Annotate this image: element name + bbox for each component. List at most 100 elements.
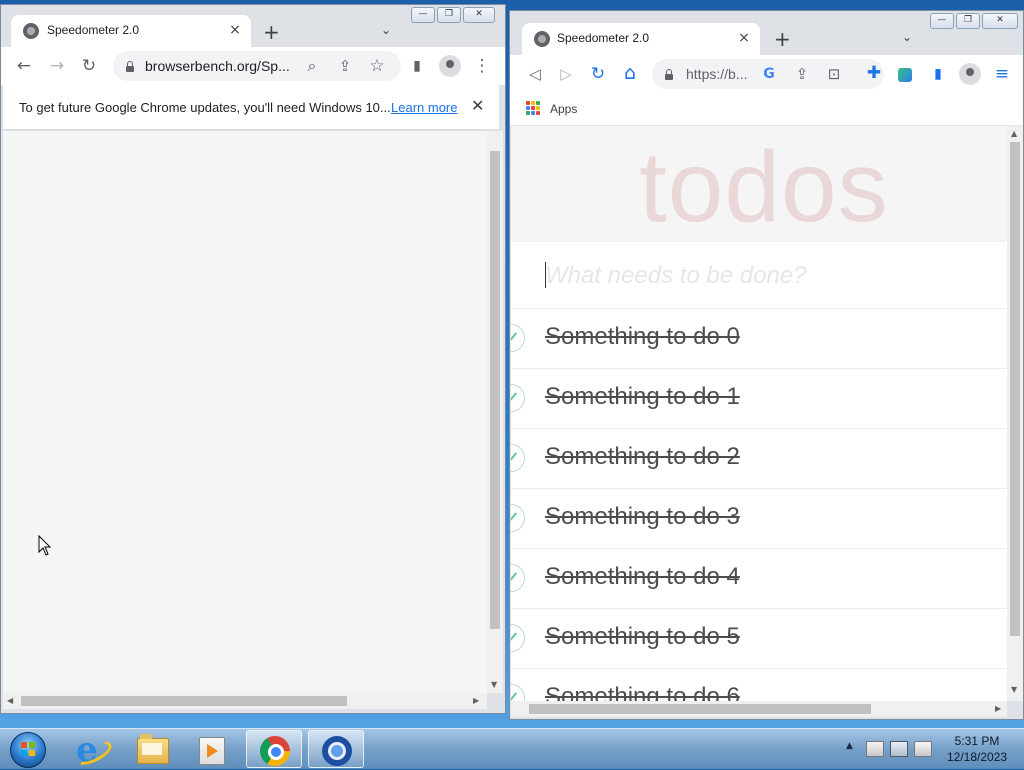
show-hidden-icons-button[interactable]: ▲ bbox=[846, 741, 853, 751]
todo-checkbox[interactable] bbox=[511, 564, 525, 592]
volume-muted-icon[interactable] bbox=[914, 741, 932, 757]
left-tab-speedometer[interactable]: Speedometer 2.0 × bbox=[11, 15, 251, 47]
left-minimize-button[interactable]: — bbox=[411, 7, 435, 23]
left-tab-close-icon[interactable]: × bbox=[227, 22, 243, 38]
todo-item[interactable]: Something to do 4 bbox=[511, 549, 1007, 609]
left-maximize-button[interactable]: ❐ bbox=[437, 7, 461, 23]
todo-checkbox[interactable] bbox=[511, 324, 525, 352]
back-icon[interactable]: ← bbox=[13, 56, 35, 76]
right-vscroll-thumb[interactable] bbox=[1010, 142, 1020, 636]
right-tab-close-icon[interactable]: × bbox=[736, 30, 752, 46]
bookmark-star-icon[interactable]: ☆ bbox=[366, 56, 388, 76]
profile-avatar[interactable] bbox=[959, 63, 981, 85]
left-address-bar[interactable]: browserbench.org/Sp... ⌕ ⇪ ☆ bbox=[113, 51, 401, 81]
todo-label[interactable]: Something to do 3 bbox=[545, 503, 740, 531]
search-icon[interactable]: ⌕ bbox=[301, 56, 323, 76]
taskbar-media-player[interactable] bbox=[184, 730, 240, 768]
left-new-tab-button[interactable]: + bbox=[263, 22, 280, 42]
right-browser-window: Speedometer 2.0 × + ⌄ — ❐ ✕ ◁ ▷ ↻ ⌂ http… bbox=[509, 10, 1024, 720]
reload-icon[interactable]: ↻ bbox=[587, 64, 609, 84]
right-horizontal-scrollbar[interactable]: ▶ bbox=[511, 701, 1007, 717]
scroll-right-arrow-icon[interactable]: ▶ bbox=[995, 705, 1001, 713]
taskbar-file-explorer[interactable] bbox=[124, 730, 180, 768]
forward-icon[interactable]: → bbox=[46, 56, 68, 76]
back-icon[interactable]: ◁ bbox=[524, 64, 546, 84]
right-tab-speedometer[interactable]: Speedometer 2.0 × bbox=[522, 23, 760, 55]
todo-label[interactable]: Something to do 1 bbox=[545, 383, 740, 411]
scroll-right-arrow-icon[interactable]: ▶ bbox=[473, 697, 479, 705]
right-address-bar[interactable]: https://b... G ⇪ ⊡ bbox=[652, 59, 884, 89]
todo-checkbox[interactable] bbox=[511, 444, 525, 472]
scroll-left-arrow-icon[interactable]: ◀ bbox=[7, 697, 13, 705]
start-button[interactable] bbox=[6, 729, 48, 769]
profile-avatar[interactable] bbox=[439, 55, 461, 77]
todo-item[interactable]: Something to do 0 bbox=[511, 309, 1007, 369]
todo-item[interactable]: Something to do 5 bbox=[511, 609, 1007, 669]
left-tab-search-icon[interactable]: ⌄ bbox=[381, 23, 391, 37]
right-url-text[interactable]: https://b... bbox=[686, 66, 756, 82]
left-page-content bbox=[3, 131, 487, 693]
right-maximize-button[interactable]: ❐ bbox=[956, 13, 980, 29]
apps-grid-icon[interactable] bbox=[526, 101, 540, 115]
left-tabstrip: Speedometer 2.0 × + ⌄ — ❐ ✕ bbox=[1, 5, 505, 47]
right-hscroll-thumb[interactable] bbox=[529, 704, 871, 714]
left-close-button[interactable]: ✕ bbox=[463, 7, 495, 23]
right-new-tab-button[interactable]: + bbox=[774, 29, 791, 49]
home-icon[interactable]: ⌂ bbox=[619, 63, 641, 83]
right-tab-search-icon[interactable]: ⌄ bbox=[902, 30, 912, 44]
forward-icon[interactable]: ▷ bbox=[555, 64, 577, 84]
todo-item[interactable]: Something to do 2 bbox=[511, 429, 1007, 489]
menu-icon[interactable]: ≡ bbox=[991, 64, 1013, 84]
todo-checkbox[interactable] bbox=[511, 684, 525, 701]
extension-app-icon[interactable] bbox=[898, 68, 912, 82]
internet-explorer-icon: e bbox=[71, 730, 115, 770]
new-todo-row bbox=[511, 242, 1007, 309]
extensions-icon[interactable]: ✚ bbox=[863, 63, 885, 83]
learn-more-link[interactable]: Learn more bbox=[391, 100, 457, 115]
todo-item[interactable]: Something to do 6 bbox=[511, 669, 1007, 701]
left-vscroll-thumb[interactable] bbox=[490, 151, 500, 629]
right-close-button[interactable]: ✕ bbox=[982, 13, 1018, 29]
mouse-pointer-icon bbox=[38, 535, 52, 556]
todo-checkbox[interactable] bbox=[511, 504, 525, 532]
todo-label[interactable]: Something to do 0 bbox=[545, 323, 740, 351]
left-horizontal-scrollbar[interactable]: ◀ ▶ bbox=[3, 693, 487, 709]
new-todo-input[interactable] bbox=[545, 260, 985, 292]
google-lens-icon[interactable]: G bbox=[758, 64, 780, 84]
taskbar-internet-explorer[interactable]: e bbox=[62, 730, 118, 770]
infobar-close-icon[interactable]: ✕ bbox=[471, 96, 484, 115]
folder-icon bbox=[137, 734, 169, 764]
right-vertical-scrollbar[interactable]: ▲ ▼ bbox=[1007, 126, 1023, 701]
network-icon[interactable] bbox=[890, 741, 908, 757]
taskbar-chromium[interactable] bbox=[308, 730, 364, 768]
todo-label[interactable]: Something to do 6 bbox=[545, 683, 740, 701]
todo-item[interactable]: Something to do 1 bbox=[511, 369, 1007, 429]
menu-icon[interactable]: ⋮ bbox=[471, 56, 493, 76]
scroll-down-arrow-icon[interactable]: ▼ bbox=[491, 681, 497, 689]
todo-checkbox[interactable] bbox=[511, 624, 525, 652]
taskbar-google-chrome[interactable] bbox=[246, 730, 302, 768]
bookmark-icon[interactable]: ⊡ bbox=[823, 64, 845, 84]
left-url-text[interactable]: browserbench.org/Sp... bbox=[145, 58, 291, 74]
share-icon[interactable]: ⇪ bbox=[334, 56, 356, 76]
left-vertical-scrollbar[interactable]: ▼ bbox=[487, 131, 503, 693]
action-center-flag-icon[interactable] bbox=[866, 741, 884, 757]
todo-item[interactable]: Something to do 3 bbox=[511, 489, 1007, 549]
todo-label[interactable]: Something to do 5 bbox=[545, 623, 740, 651]
system-clock[interactable]: 5:31 PM 12/18/2023 bbox=[942, 733, 1012, 765]
todo-list: Something to do 0 Something to do 1 Some… bbox=[511, 242, 1007, 701]
side-panel-icon[interactable]: ▮ bbox=[927, 64, 949, 84]
todo-checkbox[interactable] bbox=[511, 384, 525, 412]
share-icon[interactable]: ⇪ bbox=[791, 64, 813, 84]
scroll-down-arrow-icon[interactable]: ▼ bbox=[1011, 686, 1017, 694]
todo-label[interactable]: Something to do 2 bbox=[545, 443, 740, 471]
reload-icon[interactable]: ↻ bbox=[78, 56, 100, 76]
right-minimize-button[interactable]: — bbox=[930, 13, 954, 29]
left-hscroll-thumb[interactable] bbox=[21, 696, 347, 706]
apps-shortcut-label[interactable]: Apps bbox=[550, 102, 577, 116]
left-toolbar: ← → ↻ browserbench.org/Sp... ⌕ ⇪ ☆ ▮ ⋮ bbox=[1, 47, 505, 85]
todo-label[interactable]: Something to do 4 bbox=[545, 563, 740, 591]
side-panel-icon[interactable]: ▮ bbox=[406, 56, 428, 76]
update-infobar: To get future Google Chrome updates, you… bbox=[3, 85, 499, 130]
scroll-up-arrow-icon[interactable]: ▲ bbox=[1011, 130, 1017, 138]
